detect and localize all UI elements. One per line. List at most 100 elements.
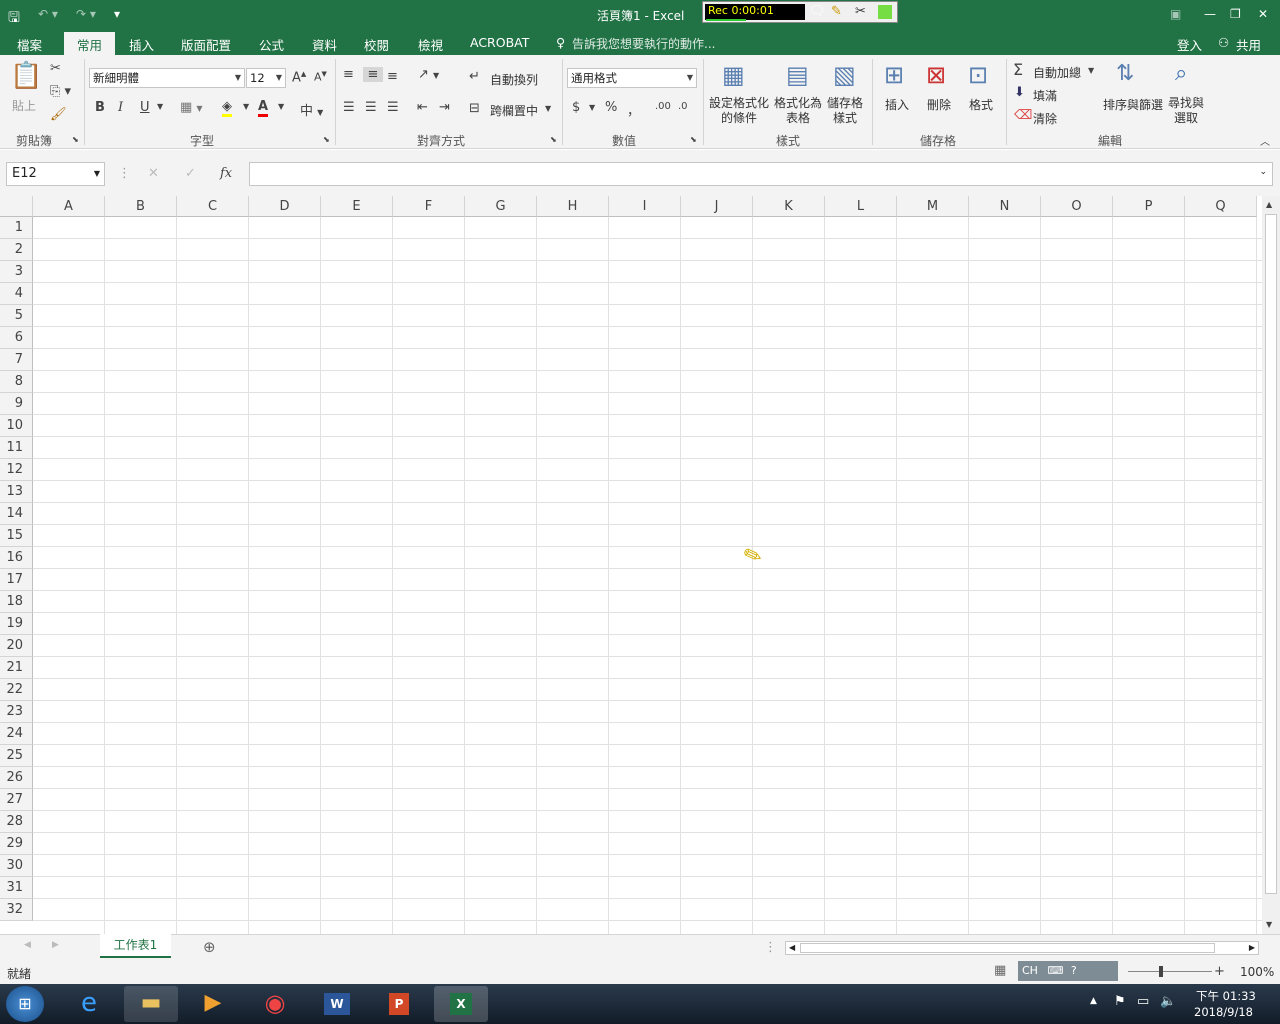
row-header[interactable]: 10 xyxy=(0,415,33,437)
italic-button[interactable]: I xyxy=(118,100,123,115)
font-name-select[interactable]: 新細明體 ▼ xyxy=(89,68,245,88)
chevron-down-icon[interactable]: ▼ xyxy=(589,103,595,112)
column-header[interactable]: C xyxy=(177,196,249,217)
signin-link[interactable]: 登入 xyxy=(1177,35,1202,54)
row-header[interactable]: 24 xyxy=(0,723,33,745)
row-header[interactable]: 21 xyxy=(0,657,33,679)
row-header[interactable]: 22 xyxy=(0,679,33,701)
row-header[interactable]: 28 xyxy=(0,811,33,833)
cell-styles-icon[interactable]: ▧ xyxy=(833,61,856,89)
column-header[interactable]: B xyxy=(105,196,177,217)
tab-home[interactable]: 常用 xyxy=(64,32,116,56)
conditional-format-icon[interactable]: ▦ xyxy=(722,61,745,89)
increase-indent-icon[interactable]: ⇥ xyxy=(439,100,450,115)
scroll-down-icon[interactable]: ▼ xyxy=(1266,920,1272,929)
formula-input[interactable]: ⌄ xyxy=(249,162,1273,186)
column-header[interactable]: L xyxy=(825,196,897,217)
column-header[interactable]: G xyxy=(465,196,537,217)
column-header[interactable]: O xyxy=(1041,196,1113,217)
row-header[interactable]: 9 xyxy=(0,393,33,415)
align-center-icon[interactable]: ☰ xyxy=(365,100,377,115)
column-header[interactable]: F xyxy=(393,196,465,217)
conditional-format-button[interactable]: 設定格式化的條件 xyxy=(709,96,769,126)
zoom-level[interactable]: 100% xyxy=(1240,965,1274,979)
align-middle-icon[interactable]: ≡ xyxy=(363,67,383,82)
tab-formulas[interactable]: 公式 xyxy=(259,35,284,54)
sheet-tab[interactable]: 工作表1 xyxy=(100,934,171,958)
find-select-icon[interactable]: ⌕ xyxy=(1175,61,1187,86)
format-cells-icon[interactable]: ⊡ xyxy=(968,61,988,89)
word-icon[interactable]: W xyxy=(310,986,364,1022)
row-header[interactable]: 19 xyxy=(0,613,33,635)
clock-date[interactable]: 2018/9/18 xyxy=(1194,1005,1253,1019)
show-hidden-icons[interactable]: ▲ xyxy=(1090,996,1097,1006)
insert-function-button[interactable]: fx xyxy=(220,166,232,181)
row-header[interactable]: 8 xyxy=(0,371,33,393)
row-header[interactable]: 12 xyxy=(0,459,33,481)
column-header[interactable]: A xyxy=(33,196,105,217)
insert-cells-button[interactable]: 插入 xyxy=(885,96,909,113)
tab-file[interactable]: 檔案 xyxy=(17,35,42,54)
bold-button[interactable]: B xyxy=(95,100,105,115)
font-color-icon[interactable]: A xyxy=(258,99,269,117)
share-icon[interactable]: ⚇ xyxy=(1218,35,1229,50)
horizontal-scrollbar[interactable]: ◀ ▶ xyxy=(785,941,1259,955)
restore-icon[interactable]: ❐ xyxy=(1230,7,1241,21)
find-select-button[interactable]: 尋找與選取 xyxy=(1168,96,1204,126)
currency-button[interactable]: $ xyxy=(572,100,580,115)
format-painter-icon[interactable]: 🖌 xyxy=(50,107,67,122)
autosum-button[interactable]: 自動加總 xyxy=(1033,64,1081,81)
volume-icon[interactable]: 🔈 xyxy=(1160,994,1176,1009)
chrome-icon[interactable]: ◉ xyxy=(248,986,302,1022)
close-icon[interactable]: ✕ xyxy=(1258,7,1268,21)
decrease-decimal-icon[interactable]: .0 xyxy=(678,101,688,112)
scroll-up-icon[interactable]: ▲ xyxy=(1266,200,1272,209)
row-header[interactable]: 23 xyxy=(0,701,33,723)
row-header[interactable]: 20 xyxy=(0,635,33,657)
note-icon[interactable]: 🗨 xyxy=(809,4,826,19)
row-header[interactable]: 17 xyxy=(0,569,33,591)
copy-icon[interactable]: ⎘ ▾ xyxy=(50,84,71,99)
scroll-left-icon[interactable]: ◀ xyxy=(789,943,795,952)
chevron-down-icon[interactable]: ▼ xyxy=(243,102,249,111)
row-header[interactable]: 1 xyxy=(0,217,33,239)
chevron-down-icon[interactable]: ▼ xyxy=(278,102,284,111)
sort-filter-button[interactable]: 排序與篩選 xyxy=(1103,96,1163,113)
share-button[interactable]: 共用 xyxy=(1236,35,1261,54)
row-header[interactable]: 31 xyxy=(0,877,33,899)
percent-button[interactable]: % xyxy=(605,100,617,115)
number-launcher-icon[interactable]: ⬊ xyxy=(690,135,697,144)
phonetic-icon[interactable]: 中 ▼ xyxy=(300,100,323,119)
network-icon[interactable]: ▭ xyxy=(1137,994,1149,1009)
tab-acrobat[interactable]: ACROBAT xyxy=(470,35,529,50)
new-sheet-icon[interactable]: ⊕ xyxy=(203,938,216,956)
ie-icon[interactable]: e xyxy=(62,986,116,1022)
ribbon-display-icon[interactable]: ▣ xyxy=(1170,7,1181,21)
align-left-icon[interactable]: ☰ xyxy=(343,100,355,115)
increase-font-icon[interactable]: A▲ xyxy=(292,70,306,85)
splitter-icon[interactable]: ⋮ xyxy=(764,940,777,955)
format-table-icon[interactable]: ▤ xyxy=(786,61,809,89)
cut-icon[interactable]: ✂ xyxy=(50,61,61,76)
tab-page-layout[interactable]: 版面配置 xyxy=(181,35,231,54)
pencil-icon[interactable]: ✎ xyxy=(831,4,842,19)
minimize-icon[interactable]: — xyxy=(1204,7,1216,21)
excel-taskbar-icon[interactable]: X xyxy=(434,986,488,1022)
row-header[interactable]: 6 xyxy=(0,327,33,349)
row-header[interactable]: 14 xyxy=(0,503,33,525)
row-header[interactable]: 29 xyxy=(0,833,33,855)
format-as-table-button[interactable]: 格式化為表格 xyxy=(774,96,822,126)
cancel-icon[interactable]: ✕ xyxy=(148,166,159,181)
row-header[interactable]: 30 xyxy=(0,855,33,877)
column-header[interactable]: M xyxy=(897,196,969,217)
orientation-icon[interactable]: ↗ ▼ xyxy=(418,67,439,82)
flag-icon[interactable]: ⚑ xyxy=(1114,994,1126,1009)
name-box[interactable]: E12 ▼ xyxy=(6,162,105,186)
delete-cells-button[interactable]: 刪除 xyxy=(927,96,951,113)
column-header[interactable]: D xyxy=(249,196,321,217)
zoom-handle[interactable] xyxy=(1159,966,1163,977)
chevron-down-icon[interactable]: ▼ xyxy=(157,102,163,111)
select-all-corner[interactable] xyxy=(0,196,33,217)
redo-icon[interactable]: ↷ ▾ xyxy=(76,7,96,21)
normal-view-icon[interactable]: ▦ xyxy=(994,963,1006,978)
